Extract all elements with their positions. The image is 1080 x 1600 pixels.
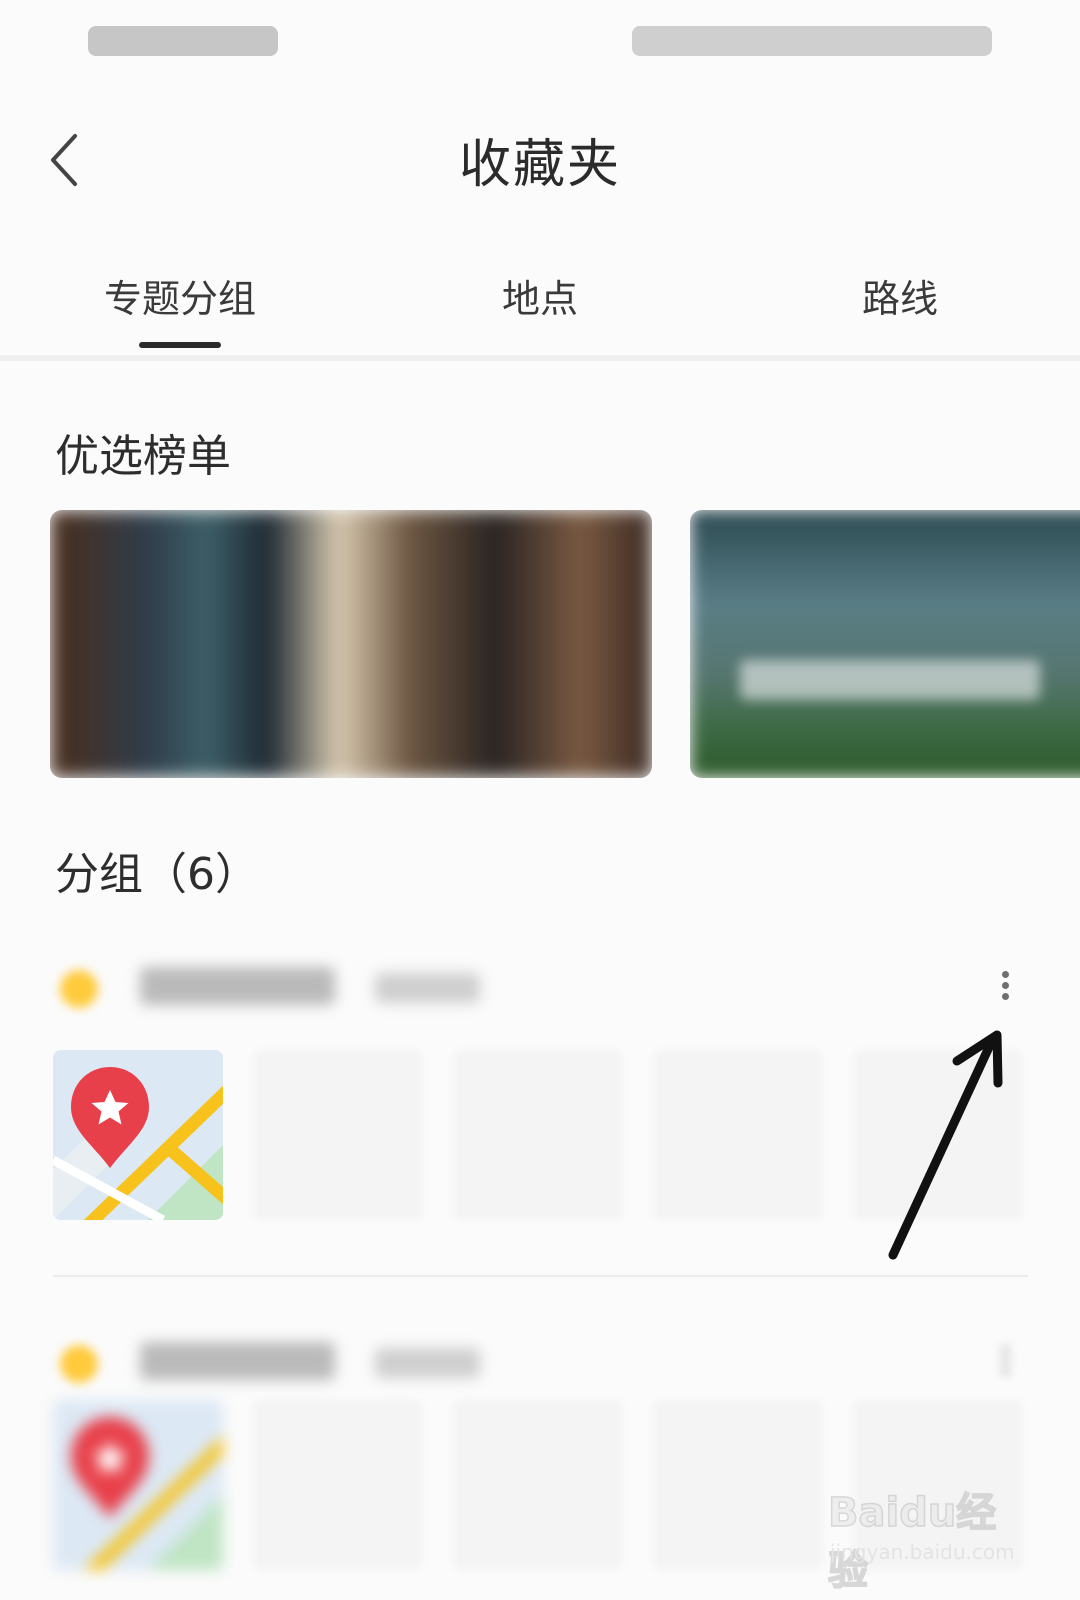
featured-card-caption-blurred [740,660,1040,700]
featured-card-image [50,510,652,778]
tab-routes[interactable]: 路线 [720,268,1080,323]
more-options-button[interactable] [990,967,1020,1017]
header: 收藏夹 [0,100,1080,220]
place-thumbnail-placeholder[interactable] [653,1400,823,1570]
map-pin-thumbnail[interactable] [53,1400,223,1570]
group-thumbnails [53,1050,1028,1220]
group-color-dot [60,1345,98,1383]
place-thumbnail-placeholder[interactable] [853,1050,1023,1220]
more-vertical-icon [990,1346,1020,1375]
group-name-blurred [140,967,335,1005]
status-time-blurred [88,26,278,56]
watermark-url: jingyan.baidu.com [830,1540,1015,1564]
map-pin-thumbnail[interactable] [53,1050,223,1220]
place-thumbnail-placeholder[interactable] [453,1050,623,1220]
place-thumbnail-placeholder[interactable] [253,1400,423,1570]
featured-card-2[interactable] [690,510,1080,778]
more-options-button[interactable] [990,1342,1020,1392]
group-count-blurred [375,973,480,1003]
group-divider [53,1275,1028,1277]
map-star-pin-icon [53,1050,223,1220]
baidu-jingyan-watermark: Baidu经验 jingyan.baidu.com [827,1480,1028,1595]
tab-bar: 专题分组 地点 路线 [0,250,1080,361]
status-icons-blurred [632,26,992,56]
place-thumbnail-placeholder[interactable] [453,1400,623,1570]
featured-card-image [690,510,1080,778]
featured-section-title: 优选榜单 [55,431,231,482]
featured-card-1[interactable] [50,510,652,778]
tab-places[interactable]: 地点 [360,268,720,323]
page-title: 收藏夹 [458,135,621,195]
place-thumbnail-placeholder[interactable] [653,1050,823,1220]
status-bar [0,0,1080,90]
group-color-dot [60,970,98,1008]
group-count-blurred [375,1348,480,1378]
more-vertical-icon [990,971,1020,1000]
active-tab-indicator [139,342,221,348]
watermark-logo: Baidu经验 [827,1489,997,1595]
groups-section-title: 分组（6） [55,849,259,900]
group-name-blurred [140,1342,335,1380]
map-star-pin-icon [53,1400,223,1570]
place-thumbnail-placeholder[interactable] [253,1050,423,1220]
tab-topic-groups[interactable]: 专题分组 [0,268,360,323]
